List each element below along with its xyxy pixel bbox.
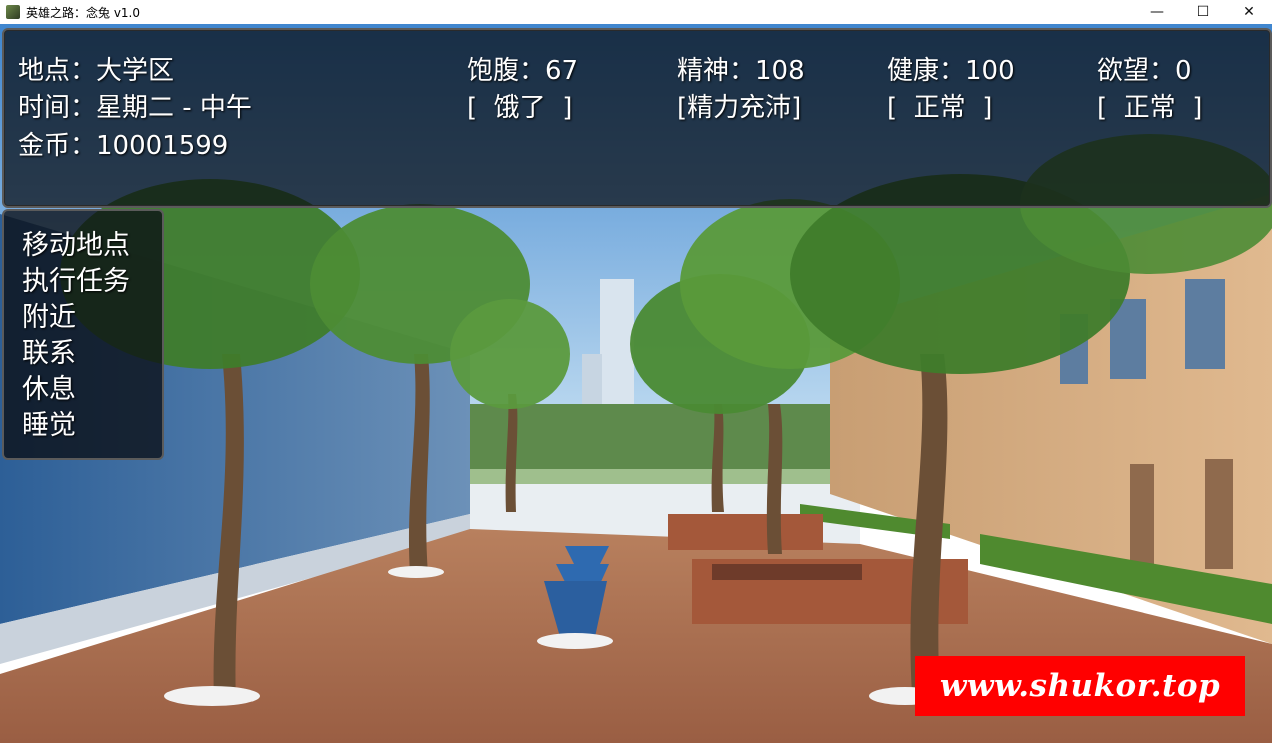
gold-label: 金币：10001599 — [18, 131, 229, 161]
menu-item-rest[interactable]: 休息 — [22, 373, 76, 407]
window-title-bar: 英雄之路：念兔 v1.0 — ☐ ✕ — [0, 0, 1272, 24]
menu-item-contact[interactable]: 联系 — [22, 337, 76, 371]
command-menu: 移动地点 执行任务 附近 联系 休息 睡觉 — [2, 209, 164, 460]
spirit-label: 精神：108 — [677, 56, 805, 86]
watermark: www.shukor.top — [915, 656, 1245, 716]
menu-item-move[interactable]: 移动地点 — [22, 229, 130, 263]
menu-item-task[interactable]: 执行任务 — [22, 265, 130, 299]
window-title: 英雄之路：念兔 v1.0 — [26, 5, 141, 20]
status-panel: 地点：大学区 时间：星期二 - 中午 金币：10001599 饱腹：67 [ 饿… — [2, 28, 1272, 208]
satiety-label: 饱腹：67 — [467, 56, 579, 86]
app-icon — [6, 5, 20, 19]
maximize-button[interactable]: ☐ — [1180, 0, 1226, 24]
menu-item-nearby[interactable]: 附近 — [22, 301, 76, 335]
desire-label: 欲望：0 — [1097, 56, 1192, 86]
health-state: [ 正常 ] — [887, 93, 993, 123]
minimize-button[interactable]: — — [1134, 0, 1180, 24]
watermark-text: www.shukor.top — [939, 668, 1221, 704]
health-label: 健康：100 — [887, 56, 1015, 86]
desire-state: [ 正常 ] — [1097, 93, 1203, 123]
time-label: 时间：星期二 - 中午 — [18, 93, 252, 123]
spirit-state: [精力充沛] — [677, 93, 802, 123]
window-controls: — ☐ ✕ — [1134, 0, 1272, 24]
close-button[interactable]: ✕ — [1226, 0, 1272, 24]
menu-item-sleep[interactable]: 睡觉 — [22, 409, 76, 443]
location-label: 地点：大学区 — [18, 56, 175, 86]
satiety-state: [ 饿了 ] — [467, 93, 573, 123]
